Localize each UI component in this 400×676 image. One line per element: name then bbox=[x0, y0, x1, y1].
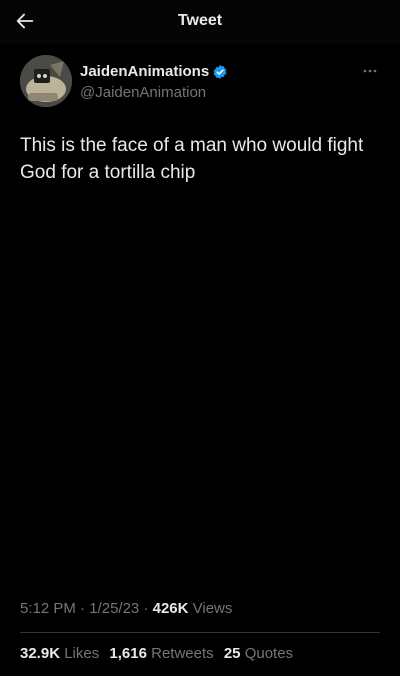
verified-badge-icon bbox=[212, 64, 228, 80]
likes-stat[interactable]: 32.9K Likes bbox=[20, 645, 103, 662]
quotes-count: 25 bbox=[223, 645, 241, 662]
quotes-label: Quotes bbox=[244, 645, 294, 662]
author-handle[interactable]: @JaidenAnimation bbox=[80, 84, 206, 101]
meta-separator: · bbox=[143, 600, 149, 617]
views-count: 426K bbox=[152, 600, 189, 617]
likes-label: Likes bbox=[64, 645, 100, 662]
more-options-button[interactable] bbox=[360, 64, 380, 78]
tweet-date[interactable]: 1/25/23 bbox=[89, 600, 139, 617]
tweet-time[interactable]: 5:12 PM bbox=[20, 600, 76, 617]
author-display-name[interactable]: JaidenAnimations bbox=[80, 63, 209, 80]
meta-separator: · bbox=[80, 600, 86, 617]
tweet-meta: 5:12 PM · 1/25/23 · 426K Views bbox=[20, 600, 232, 617]
more-horizontal-icon bbox=[363, 69, 377, 73]
retweets-label: Retweets bbox=[151, 645, 214, 662]
author-name-row[interactable]: JaidenAnimations bbox=[80, 63, 228, 80]
page-title: Tweet bbox=[177, 12, 223, 29]
avatar-image bbox=[20, 55, 72, 107]
top-bar: Tweet bbox=[0, 0, 400, 44]
tweet-text: This is the face of a man who would figh… bbox=[20, 135, 364, 183]
retweets-stat[interactable]: 1,616 Retweets bbox=[109, 645, 217, 662]
avatar[interactable] bbox=[20, 55, 72, 107]
quotes-stat[interactable]: 25 Quotes bbox=[224, 645, 293, 662]
likes-count: 32.9K bbox=[20, 645, 61, 662]
divider bbox=[20, 632, 380, 633]
engagement-stats: 32.9K Likes 1,616 Retweets 25 Quotes bbox=[20, 645, 299, 662]
retweets-count: 1,616 bbox=[109, 645, 147, 662]
views-label: Views bbox=[192, 600, 233, 617]
